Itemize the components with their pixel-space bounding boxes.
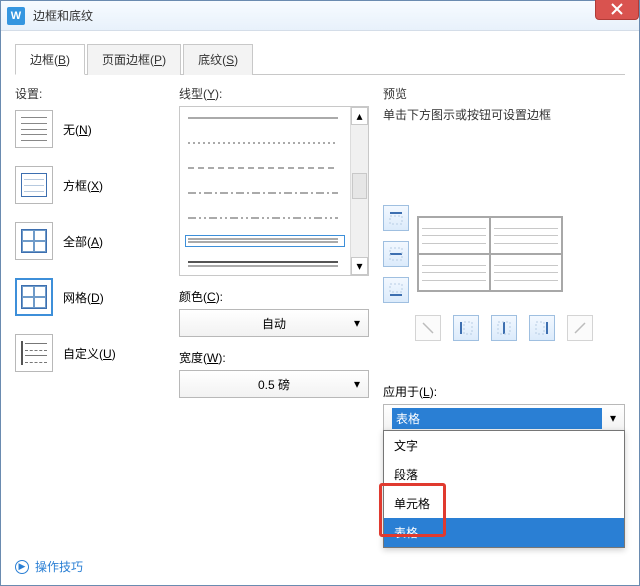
- width-combo[interactable]: 0.5 磅 ▾: [179, 370, 369, 398]
- chevron-down-icon: ▾: [354, 377, 360, 391]
- tab-border[interactable]: 边框(B): [15, 44, 85, 75]
- tab-page-border[interactable]: 页面边框(P): [87, 44, 181, 75]
- line-style-header: 线型(Y):: [179, 85, 369, 102]
- setting-box[interactable]: 方框(X): [15, 166, 165, 204]
- apply-to-value: 表格: [392, 408, 602, 429]
- preview-hint: 单击下方图示或按钮可设置边框: [383, 106, 625, 123]
- border-right-button[interactable]: [529, 315, 555, 341]
- border-middle-h-button[interactable]: [383, 241, 409, 267]
- border-diag-down-button[interactable]: [415, 315, 441, 341]
- apply-to-option-cell[interactable]: 单元格: [384, 489, 624, 518]
- line-style-item[interactable]: [188, 113, 342, 124]
- apply-to-option-table[interactable]: 表格: [384, 518, 624, 547]
- preview-header: 预览: [383, 85, 625, 102]
- line-style-item[interactable]: [188, 163, 342, 174]
- border-top-button[interactable]: [383, 205, 409, 231]
- setting-box-label: 方框: [63, 179, 87, 193]
- border-diag-up-button[interactable]: [567, 315, 593, 341]
- line-style-item[interactable]: [188, 188, 342, 199]
- setting-all-icon: [15, 222, 53, 260]
- setting-custom-icon: [15, 334, 53, 372]
- close-button[interactable]: [595, 0, 639, 20]
- setting-none[interactable]: 无(N): [15, 110, 165, 148]
- setting-box-icon: [15, 166, 53, 204]
- close-icon: [611, 3, 623, 15]
- setting-grid-icon: [15, 278, 53, 316]
- setting-custom[interactable]: 自定义(U): [15, 334, 165, 372]
- color-combo[interactable]: 自动 ▾: [179, 309, 369, 337]
- app-icon: W: [7, 7, 25, 25]
- apply-to-dropdown: 文字 段落 单元格 表格: [383, 430, 625, 548]
- preview-diagram[interactable]: [417, 216, 563, 292]
- apply-to-option-paragraph[interactable]: 段落: [384, 460, 624, 489]
- line-style-item[interactable]: [188, 258, 342, 269]
- setting-custom-label: 自定义: [63, 347, 99, 361]
- settings-header: 设置:: [15, 85, 165, 102]
- scroll-thumb[interactable]: [352, 173, 367, 199]
- scroll-down-icon[interactable]: ▾: [351, 257, 368, 275]
- tab-shading[interactable]: 底纹(S): [183, 44, 253, 75]
- border-middle-v-button[interactable]: [491, 315, 517, 341]
- tips-link[interactable]: ▶ 操作技巧: [15, 558, 83, 575]
- border-left-button[interactable]: [453, 315, 479, 341]
- apply-to-option-text[interactable]: 文字: [384, 431, 624, 460]
- play-icon: ▶: [15, 560, 29, 574]
- chevron-down-icon: ▾: [354, 316, 360, 330]
- line-style-scrollbar[interactable]: ▴ ▾: [350, 107, 368, 275]
- chevron-down-icon: ▾: [610, 411, 616, 425]
- color-value: 自动: [262, 315, 286, 332]
- width-value: 0.5 磅: [258, 376, 290, 393]
- tips-label: 操作技巧: [35, 558, 83, 575]
- apply-to-header: 应用于(L):: [383, 383, 625, 400]
- setting-grid-label: 网格: [63, 291, 87, 305]
- scroll-up-icon[interactable]: ▴: [351, 107, 368, 125]
- line-style-item-selected[interactable]: [185, 235, 345, 247]
- titlebar: W 边框和底纹: [1, 1, 639, 31]
- apply-to-combo[interactable]: 表格 ▾: [383, 404, 625, 432]
- line-style-list[interactable]: ▴ ▾: [179, 106, 369, 276]
- setting-none-label: 无: [63, 123, 75, 137]
- color-header: 颜色(C):: [179, 288, 369, 305]
- tab-strip: 边框(B) 页面边框(P) 底纹(S): [15, 43, 625, 75]
- setting-all[interactable]: 全部(A): [15, 222, 165, 260]
- line-style-item[interactable]: [188, 138, 342, 149]
- border-bottom-button[interactable]: [383, 277, 409, 303]
- window-title: 边框和底纹: [33, 7, 93, 24]
- setting-grid[interactable]: 网格(D): [15, 278, 165, 316]
- setting-all-label: 全部: [63, 235, 87, 249]
- setting-none-icon: [15, 110, 53, 148]
- width-header: 宽度(W):: [179, 349, 369, 366]
- line-style-item[interactable]: [188, 213, 342, 224]
